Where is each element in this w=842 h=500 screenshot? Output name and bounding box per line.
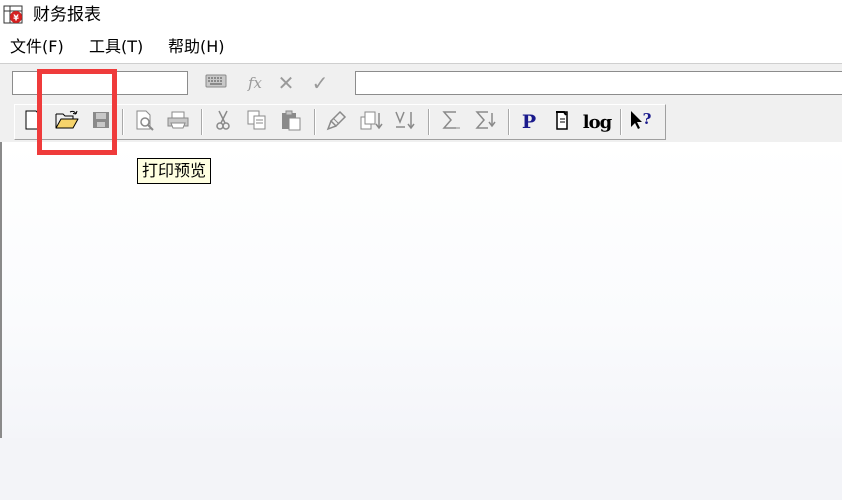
cancel-formula-button[interactable]: ✕ <box>272 70 300 96</box>
function-button[interactable]: fx <box>241 70 269 96</box>
confirm-icon: ✓ <box>311 71 329 95</box>
paste-button[interactable] <box>276 107 306 137</box>
new-icon <box>23 109 43 135</box>
context-help-button[interactable]: ? <box>626 107 656 137</box>
financial-report-app-icon: ¥ <box>3 4 25 26</box>
sum-icon <box>440 109 462 135</box>
copy-button[interactable] <box>242 107 272 137</box>
paste-icon <box>280 109 302 135</box>
toolbar-separator <box>508 109 510 135</box>
cell-reference-input[interactable] <box>12 71 188 95</box>
cancel-icon: ✕ <box>277 71 295 95</box>
copy-icon <box>246 109 268 135</box>
menu-help[interactable]: 帮助(H) <box>168 37 225 57</box>
menu-tools[interactable]: 工具(T) <box>89 37 143 57</box>
status-area <box>0 438 842 500</box>
save-icon <box>91 110 111 134</box>
toolbar-separator <box>122 109 124 135</box>
print-icon <box>166 110 190 134</box>
open-folder-icon <box>55 110 79 134</box>
toolbar: P log ? <box>0 102 842 142</box>
title-bar: ¥ 财务报表 <box>0 0 842 30</box>
print-preview-tooltip: 打印预览 <box>137 158 212 184</box>
formula-bar: fx ✕ ✓ <box>0 63 842 103</box>
sum-button[interactable] <box>436 107 466 137</box>
print-preview-button[interactable] <box>130 107 160 137</box>
new-button[interactable] <box>18 107 48 137</box>
sort-ascending-button[interactable] <box>356 107 386 137</box>
format-painter-button[interactable] <box>322 107 352 137</box>
open-button[interactable] <box>52 107 82 137</box>
svg-text:?: ? <box>643 110 652 128</box>
toolbar-separator <box>428 109 430 135</box>
sum-select-icon <box>474 109 496 135</box>
document-icon <box>553 109 573 135</box>
log-icon: log <box>582 111 612 133</box>
svg-text:¥: ¥ <box>13 14 19 23</box>
document-button[interactable] <box>548 107 578 137</box>
toolbar-separator <box>201 109 203 135</box>
cut-icon <box>214 109 232 135</box>
help-pointer-icon: ? <box>628 109 654 135</box>
function-icon: fx <box>247 74 262 92</box>
property-button[interactable]: P <box>514 107 544 137</box>
sort-descending-icon <box>393 109 417 135</box>
keyboard-button[interactable] <box>202 70 230 96</box>
sort-ascending-icon <box>359 109 383 135</box>
keyboard-icon <box>205 73 227 93</box>
log-button[interactable]: log <box>580 107 614 137</box>
window-title: 财务报表 <box>33 5 101 25</box>
toolbar-separator <box>314 109 316 135</box>
property-icon: P <box>521 111 537 133</box>
confirm-formula-button[interactable]: ✓ <box>306 70 334 96</box>
toolbar-separator <box>620 109 622 135</box>
menu-file[interactable]: 文件(F) <box>10 37 64 57</box>
save-button[interactable] <box>86 107 116 137</box>
document-workspace[interactable] <box>0 142 842 438</box>
print-preview-icon <box>134 109 156 135</box>
formula-input[interactable] <box>355 71 842 95</box>
format-painter-icon <box>326 109 348 135</box>
menu-bar: 文件(F) 工具(T) 帮助(H) <box>0 33 842 61</box>
print-button[interactable] <box>163 107 193 137</box>
cut-button[interactable] <box>208 107 238 137</box>
sum-select-button[interactable] <box>470 107 500 137</box>
sort-descending-button[interactable] <box>390 107 420 137</box>
